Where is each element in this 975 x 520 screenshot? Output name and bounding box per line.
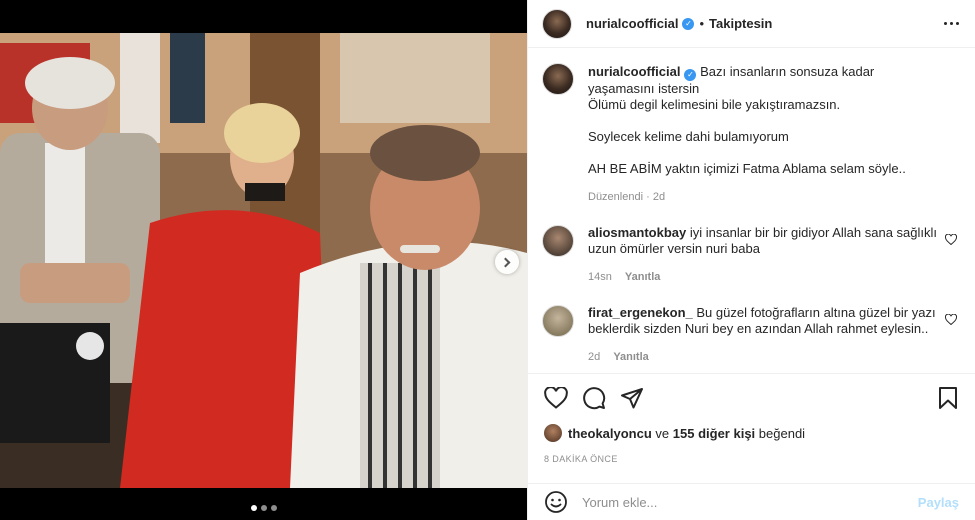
reply-button[interactable]: Yanıtla — [613, 351, 648, 363]
edited-label: Düzenlendi — [588, 191, 644, 203]
verified-badge-icon: ✓ — [684, 69, 697, 81]
comment-item: aliosmantokbay iyi insanlar bir bir gidi… — [542, 225, 959, 283]
like-comment-heart-icon[interactable] — [945, 234, 957, 245]
post-timestamp[interactable]: 8 DAKİKA ÖNCE — [544, 454, 959, 464]
likes-others-link[interactable]: 155 diğer kişi — [673, 426, 755, 441]
author-avatar[interactable] — [542, 8, 572, 39]
caption-line-4: AH BE ABİM yaktın içimizi Fatma Ablama s… — [588, 161, 906, 176]
liker-username[interactable]: theokalyoncu — [568, 426, 652, 441]
emoji-icon[interactable] — [544, 490, 568, 514]
chevron-right-icon — [500, 257, 511, 267]
comments-section: nurialcoofficial ✓ Bazı insanların sonsuz… — [528, 49, 975, 373]
meta-separator: · — [646, 191, 650, 203]
reply-button[interactable]: Yanıtla — [625, 271, 660, 283]
add-comment-bar: Paylaş — [528, 483, 975, 520]
caption-avatar[interactable] — [542, 63, 574, 95]
carousel-dot-active — [250, 505, 257, 511]
save-button[interactable] — [937, 386, 959, 410]
like-button[interactable] — [544, 387, 568, 409]
caption: nurialcoofficial ✓ Bazı insanların sonsuz… — [542, 63, 959, 203]
send-icon — [621, 388, 643, 409]
caption-line-2: Ölümü degil kelimesini bile yakıştıramaz… — [588, 97, 841, 112]
post-media — [0, 0, 527, 520]
commenter-avatar[interactable] — [542, 305, 574, 337]
likes-suffix: beğendi — [758, 425, 806, 441]
comment-item: firat_ergenekon_ Bu güzel fotoğrafların … — [542, 305, 959, 363]
caption-line-3: Soylecek kelime dahi bulamıyorum — [588, 129, 789, 144]
liker-avatar[interactable] — [544, 424, 562, 442]
likes-connector: ve — [655, 425, 670, 441]
heart-icon — [544, 387, 568, 409]
likes-summary: theokalyoncu ve 155 diğer kişi beğendi — [544, 424, 959, 442]
more-options-icon[interactable] — [944, 22, 959, 25]
next-slide-button[interactable] — [495, 250, 519, 274]
comment-input[interactable] — [582, 494, 918, 510]
caption-username[interactable]: nurialcoofficial — [588, 64, 680, 79]
post-header: nurialcoofficial ✓ • Takiptesin — [528, 0, 975, 48]
comment-bubble-icon — [583, 387, 606, 410]
post-details-panel: nurialcoofficial ✓ • Takiptesin nurialco… — [527, 0, 975, 520]
author-username[interactable]: nurialcoofficial — [586, 16, 678, 31]
commenter-avatar[interactable] — [542, 225, 574, 257]
comment-button[interactable] — [582, 386, 606, 410]
comment-time[interactable]: 2d — [588, 351, 600, 363]
comment-username[interactable]: firat_ergenekon_ — [588, 305, 693, 320]
post-comment-button[interactable]: Paylaş — [918, 495, 959, 510]
post-actions: theokalyoncu ve 155 diğer kişi beğendi 8… — [528, 373, 975, 483]
comment-username[interactable]: aliosmantokbay — [588, 225, 686, 240]
separator-bullet: • — [699, 16, 705, 31]
photo-illustration — [0, 33, 527, 488]
follow-status-button[interactable]: Takiptesin — [709, 16, 772, 31]
verified-badge-icon: ✓ — [682, 17, 695, 30]
bookmark-icon — [939, 387, 957, 409]
carousel-indicator — [0, 505, 527, 511]
comment-time[interactable]: 14sn — [588, 271, 612, 283]
share-button[interactable] — [620, 386, 644, 410]
carousel-dot — [260, 505, 267, 511]
carousel-dot — [270, 505, 277, 511]
post-photo[interactable] — [0, 33, 527, 488]
caption-time[interactable]: 2d — [653, 191, 665, 203]
like-comment-heart-icon[interactable] — [945, 314, 957, 325]
